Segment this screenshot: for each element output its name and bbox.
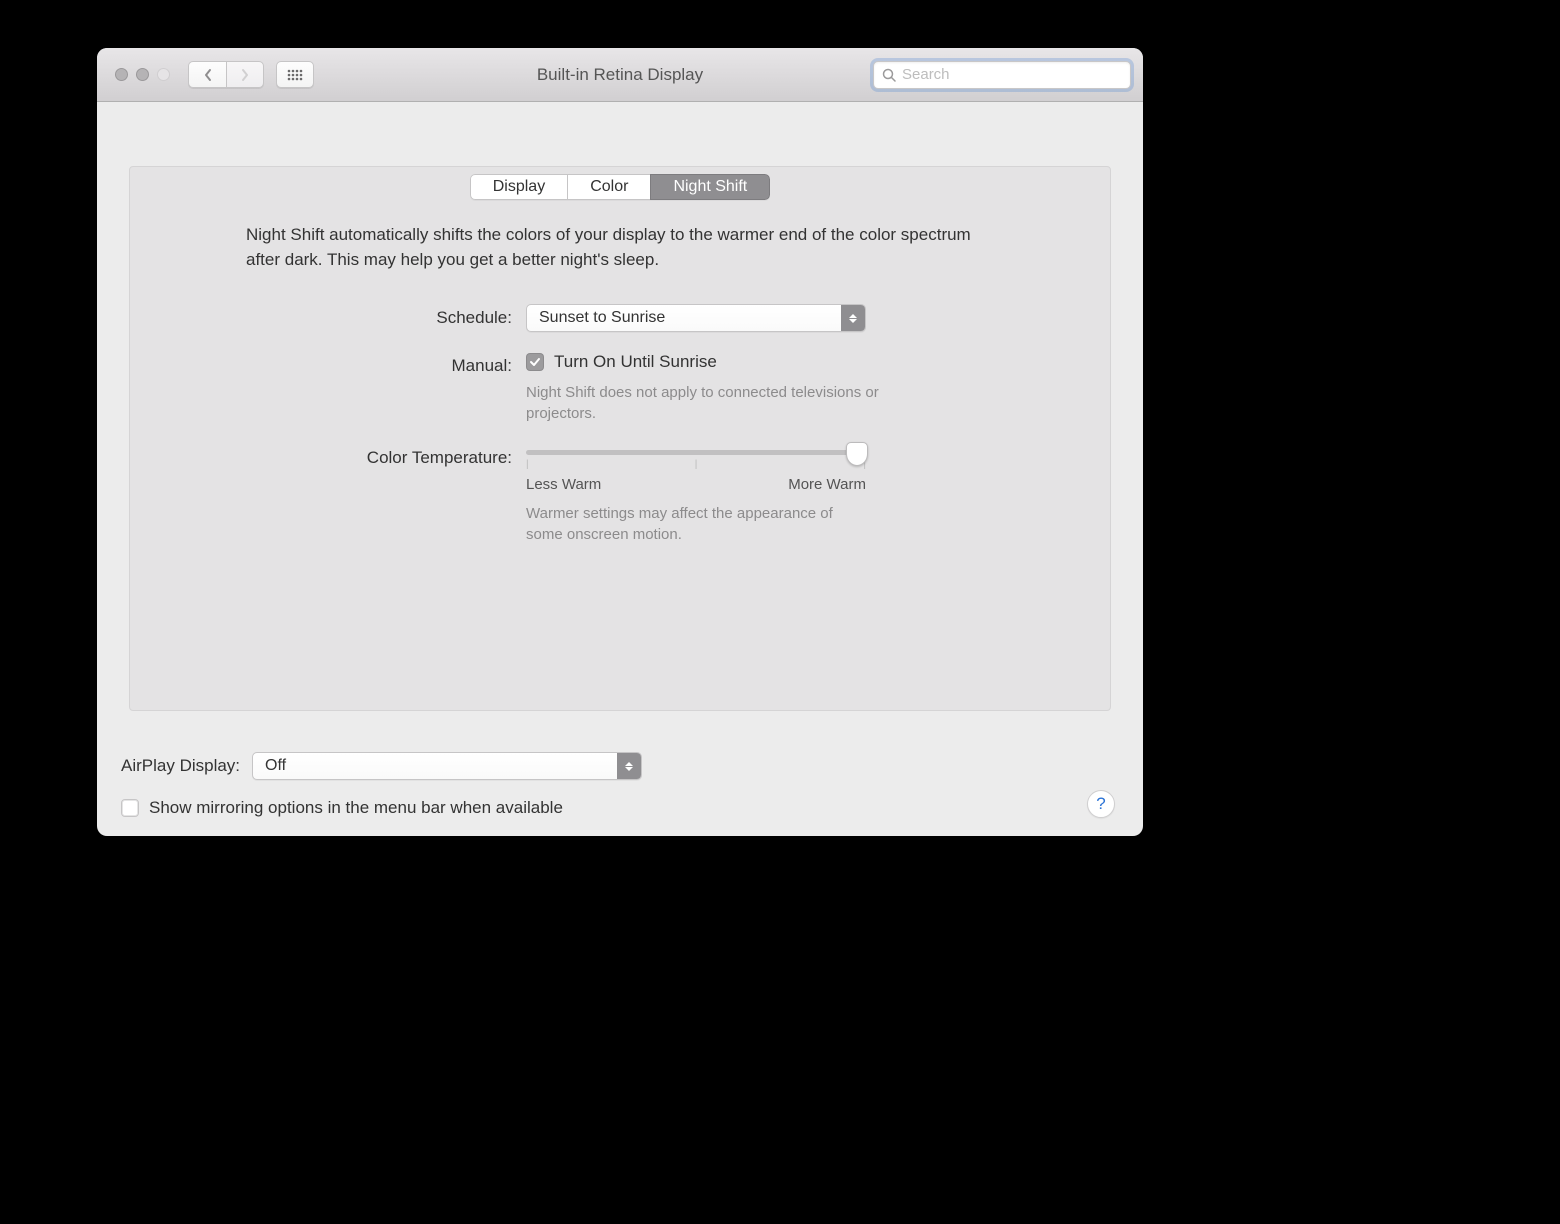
slider-ticks: ||| (526, 459, 866, 470)
popup-caret-icon (841, 305, 865, 331)
manual-label: Manual: (178, 352, 526, 376)
tab-night-shift[interactable]: Night Shift (650, 174, 770, 200)
schedule-row: Schedule: Sunset to Sunrise (178, 304, 1062, 332)
back-button[interactable] (188, 61, 226, 88)
slider-min-label: Less Warm (526, 476, 601, 493)
manual-row: Manual: Turn On Until Sunrise Night Shif… (178, 352, 1062, 424)
zoom-window-button[interactable] (157, 68, 170, 81)
search-field[interactable] (873, 61, 1131, 89)
color-temp-slider[interactable] (526, 450, 866, 455)
search-icon (882, 68, 896, 82)
tab-color[interactable]: Color (567, 174, 651, 200)
mirroring-row: Show mirroring options in the menu bar w… (121, 798, 1119, 818)
intro-text: Night Shift automatically shifts the col… (246, 223, 994, 272)
chevron-right-icon (240, 68, 250, 82)
checkbox-unchecked-icon (121, 799, 139, 817)
slider-labels: Less Warm More Warm (526, 476, 866, 493)
popup-caret-icon (617, 753, 641, 779)
nav-buttons (188, 61, 264, 88)
tab-bar: Display Color Night Shift (97, 174, 1143, 200)
schedule-label: Schedule: (178, 304, 526, 328)
color-temp-label: Color Temperature: (178, 444, 526, 468)
mirroring-checkbox[interactable]: Show mirroring options in the menu bar w… (121, 798, 563, 818)
airplay-popup[interactable]: Off (252, 752, 642, 780)
close-window-button[interactable] (115, 68, 128, 81)
airplay-label: AirPlay Display: (121, 756, 240, 776)
color-temp-note: Warmer settings may affect the appearanc… (526, 503, 866, 545)
footer: AirPlay Display: Off Show mirroring opti… (121, 752, 1119, 818)
color-temp-row: Color Temperature: ||| Less Warm More Wa… (178, 444, 1062, 545)
forward-button[interactable] (226, 61, 264, 88)
schedule-value: Sunset to Sunrise (527, 309, 665, 327)
manual-checkbox-label: Turn On Until Sunrise (554, 352, 717, 372)
show-all-button[interactable] (276, 61, 314, 88)
airplay-value: Off (253, 757, 286, 775)
minimize-window-button[interactable] (136, 68, 149, 81)
titlebar: Built-in Retina Display (97, 48, 1143, 102)
help-button[interactable]: ? (1087, 790, 1115, 818)
manual-checkbox[interactable]: Turn On Until Sunrise (526, 352, 1062, 372)
window-controls (115, 68, 170, 81)
checkbox-checked-icon (526, 353, 544, 371)
tab-display[interactable]: Display (470, 174, 568, 200)
schedule-popup[interactable]: Sunset to Sunrise (526, 304, 866, 332)
slider-max-label: More Warm (788, 476, 866, 493)
display-prefs-window: Built-in Retina Display Display Color Ni… (97, 48, 1143, 836)
manual-note: Night Shift does not apply to connected … (526, 382, 886, 424)
search-input[interactable] (902, 66, 1122, 83)
mirroring-label: Show mirroring options in the menu bar w… (149, 798, 563, 818)
airplay-row: AirPlay Display: Off (121, 752, 1119, 780)
grid-icon (287, 69, 303, 81)
content-panel: Night Shift automatically shifts the col… (129, 166, 1111, 711)
chevron-left-icon (203, 68, 213, 82)
